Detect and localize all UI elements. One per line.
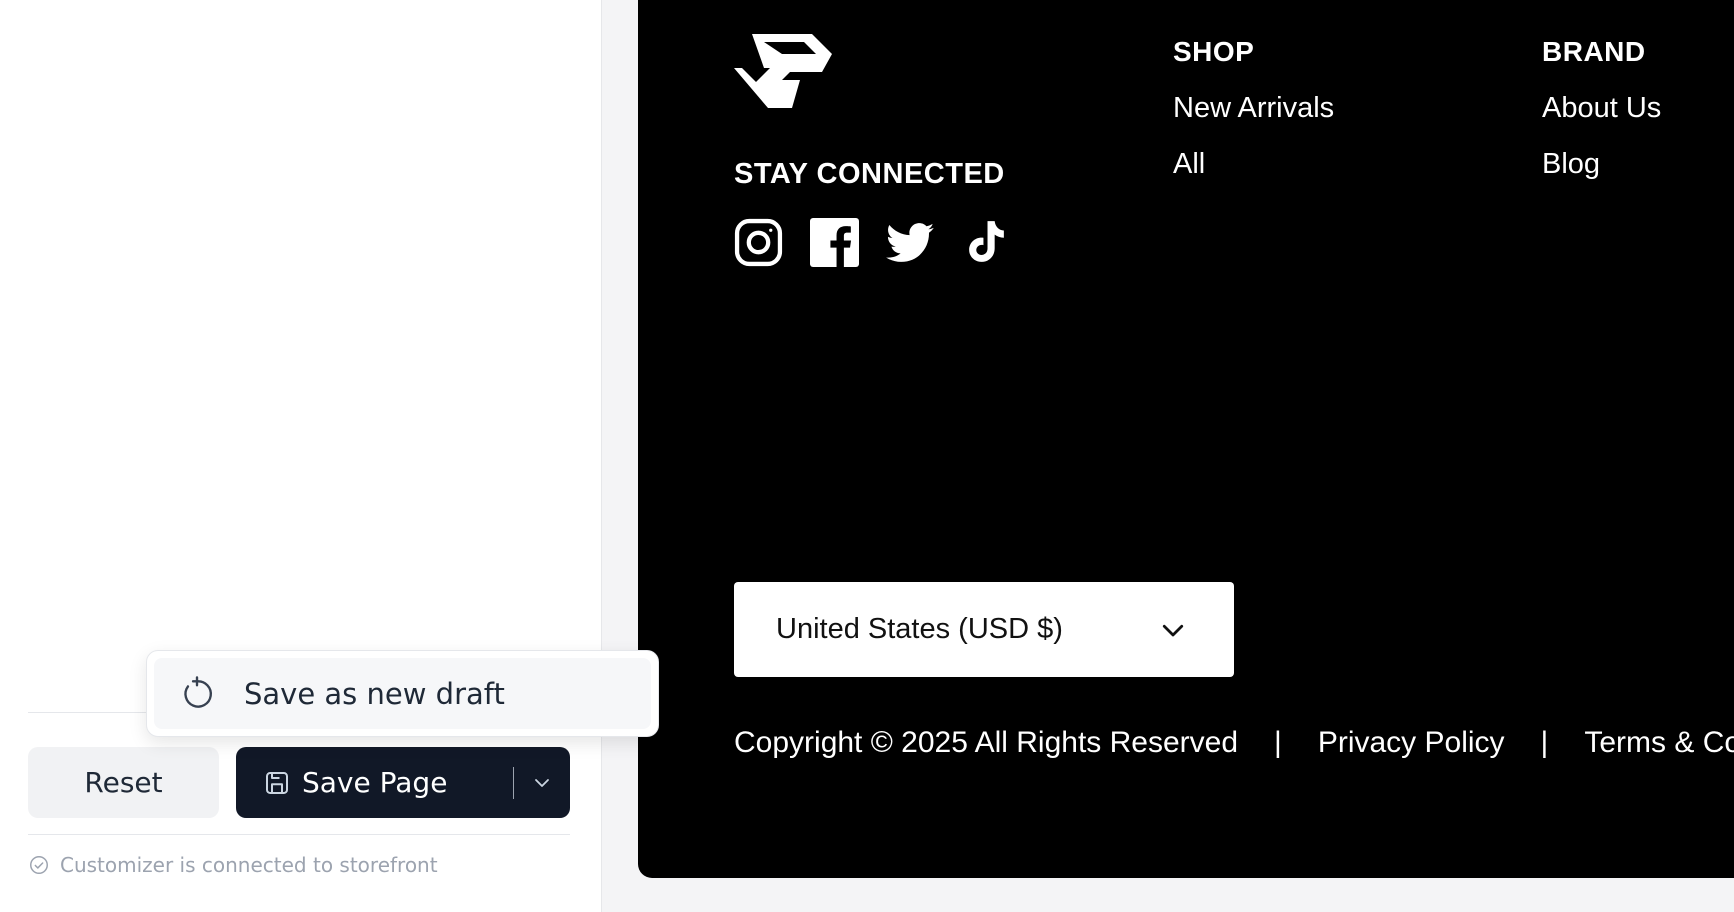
instagram-icon[interactable]	[734, 218, 783, 267]
separator: |	[1540, 726, 1549, 759]
brand-heading: BRAND	[1542, 36, 1646, 67]
save-as-new-draft-label: Save as new draft	[244, 676, 505, 711]
floppy-disk-icon	[262, 768, 292, 798]
legal-bar: Copyright © 2025 All Rights Reserved | P…	[734, 726, 1734, 760]
separator: |	[1274, 726, 1282, 759]
privacy-policy-link[interactable]: Privacy Policy	[1318, 726, 1505, 760]
save-options-toggle[interactable]	[514, 747, 570, 818]
check-circle-icon	[28, 854, 50, 876]
footer-column-brand: BRAND About Us Blog	[1542, 36, 1661, 202]
save-page-label: Save Page	[302, 766, 448, 799]
facebook-icon[interactable]	[810, 218, 859, 267]
footer-link-new-arrivals[interactable]: New Arrivals	[1173, 90, 1334, 146]
status-text: Customizer is connected to storefront	[60, 853, 438, 877]
shop-heading: SHOP	[1173, 36, 1255, 67]
save-options-menu: Save as new draft	[146, 650, 659, 737]
save-page-main[interactable]: Save Page	[236, 747, 513, 818]
save-page-button[interactable]: Save Page	[236, 747, 570, 818]
editor-sidebar: Reset Save Page Customizer is connected …	[0, 0, 602, 912]
divider	[28, 834, 570, 835]
tiktok-icon[interactable]	[962, 218, 1011, 267]
currency-selector-value: United States (USD $)	[776, 613, 1063, 645]
footer-link-blog[interactable]: Blog	[1542, 146, 1661, 202]
chevron-down-icon	[530, 771, 554, 795]
save-as-new-draft-option[interactable]: Save as new draft	[154, 658, 651, 729]
reset-button[interactable]: Reset	[28, 747, 219, 818]
copyright-text: Copyright © 2025 All Rights Reserved	[734, 726, 1239, 759]
footer-column-shop: SHOP New Arrivals All	[1173, 36, 1334, 202]
currency-selector[interactable]: United States (USD $)	[734, 582, 1234, 677]
social-links	[734, 218, 1011, 267]
storefront-preview: STAY CONNECTED SHOP New Arrivals All BRA…	[638, 0, 1734, 878]
terms-link[interactable]: Terms & Co	[1584, 726, 1734, 760]
twitter-icon[interactable]	[886, 218, 935, 267]
connection-status: Customizer is connected to storefront	[28, 853, 438, 877]
footer-link-about-us[interactable]: About Us	[1542, 90, 1661, 146]
refresh-icon	[178, 675, 216, 713]
stay-connected-heading: STAY CONNECTED	[734, 158, 1005, 190]
reset-button-label: Reset	[84, 766, 163, 799]
footer-link-all[interactable]: All	[1173, 146, 1334, 202]
chevron-down-icon	[1158, 615, 1188, 645]
brand-logo	[734, 34, 832, 108]
